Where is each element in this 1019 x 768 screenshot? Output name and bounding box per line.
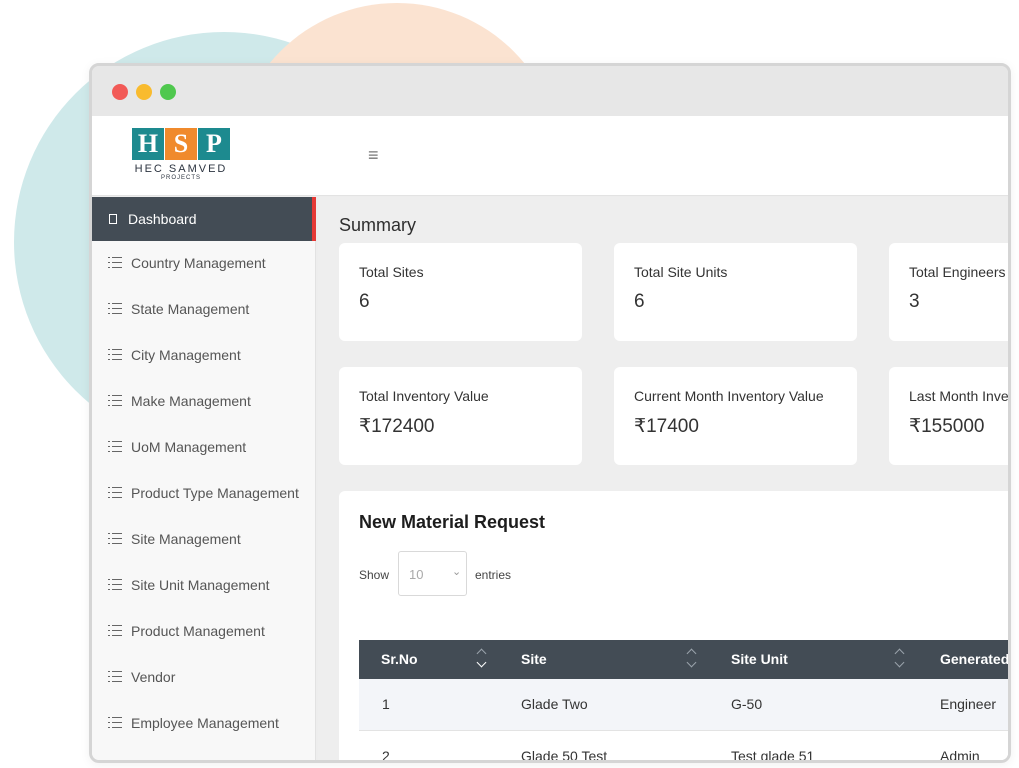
card-value: 6	[634, 291, 645, 312]
sidebar-item-country-management[interactable]: Country Management	[92, 241, 316, 287]
sidebar-item-employee-management[interactable]: Employee Management	[92, 701, 316, 747]
list-icon	[108, 533, 122, 545]
card-label: Current Month Inventory Value	[634, 388, 824, 404]
sidebar-item-make-management[interactable]: Make Management	[92, 379, 316, 425]
list-icon	[108, 349, 122, 361]
sort-icon[interactable]	[686, 647, 698, 671]
main-content: Summary Total Sites 6 Total Site Units 6…	[318, 197, 1009, 763]
column-header-generated[interactable]: Generated	[940, 651, 1008, 667]
column-header-site-unit[interactable]: Site Unit	[731, 651, 788, 667]
sidebar-item-label: Site Unit Management	[131, 577, 270, 593]
window-titlebar	[92, 66, 1008, 116]
card-current-month-inventory-value: Current Month Inventory Value ₹17400	[614, 367, 857, 465]
list-icon	[108, 487, 122, 499]
sidebar-item-label: Vendor	[131, 669, 176, 685]
sidebar-item-label: Country Management	[131, 255, 266, 271]
sidebar-item-uom-management[interactable]: UoM Management	[92, 425, 316, 471]
cell-site: Glade Two	[521, 696, 588, 712]
browser-window: H S P HEC SAMVED PROJECTS ≡ Dashboard Co…	[89, 63, 1011, 763]
close-window-dot[interactable]	[112, 84, 128, 100]
logo-tagline: PROJECTS	[160, 175, 201, 181]
card-label: Last Month Inve	[909, 388, 1009, 404]
list-icon	[108, 625, 122, 637]
sort-icon[interactable]	[894, 647, 906, 671]
card-value: ₹172400	[359, 416, 435, 437]
card-label: Total Engineers	[909, 264, 1006, 280]
cell-generated: Admin	[940, 748, 980, 763]
sidebar-item-state-management[interactable]: State Management	[92, 287, 316, 333]
list-icon	[108, 579, 122, 591]
sidebar-item-label: Product Management	[131, 623, 265, 639]
column-header-sr-no[interactable]: Sr.No	[381, 651, 418, 667]
page-size-select[interactable]: 10 ⌄	[398, 551, 467, 596]
sidebar-item-dashboard[interactable]: Dashboard	[92, 197, 316, 241]
card-label: Total Inventory Value	[359, 388, 489, 404]
logo-mark: H S P	[132, 128, 232, 160]
sidebar-item-vendor[interactable]: Vendor	[92, 655, 316, 701]
card-value: ₹155000	[909, 416, 985, 437]
sidebar-item-label: Dashboard	[128, 211, 197, 227]
panel-title: New Material Request	[359, 512, 546, 532]
card-total-engineers: Total Engineers 3	[889, 243, 1008, 341]
sidebar-item-product-management[interactable]: Product Management	[92, 609, 316, 655]
screenshot-stage: H S P HEC SAMVED PROJECTS ≡ Dashboard Co…	[0, 0, 1019, 768]
chevron-down-icon: ⌄	[452, 566, 462, 578]
card-value: 3	[909, 291, 920, 312]
maximize-window-dot[interactable]	[160, 84, 176, 100]
column-header-site[interactable]: Site	[521, 651, 547, 667]
sort-icon[interactable]	[476, 647, 488, 671]
list-icon	[108, 395, 122, 407]
new-material-request-panel: New Material Request Show 10 ⌄ entries S…	[339, 491, 1008, 763]
sidebar-item-label: UoM Management	[131, 439, 247, 455]
page-size-value: 10	[409, 567, 424, 582]
summary-heading: Summary	[339, 215, 417, 235]
card-value: 6	[359, 291, 370, 312]
list-icon	[108, 441, 122, 453]
logo-letter-p: P	[198, 128, 230, 160]
sidebar-item-label: Site Management	[131, 531, 241, 547]
sidebar-item-label: Make Management	[131, 393, 251, 409]
sidebar-item-label: Product Type Management	[131, 485, 299, 501]
brand-logo[interactable]: H S P HEC SAMVED PROJECTS	[132, 128, 232, 186]
list-icon	[108, 257, 122, 269]
cell-site-unit: G-50	[731, 696, 763, 712]
list-icon	[108, 671, 122, 683]
sidebar-item-site-management[interactable]: Site Management	[92, 517, 316, 563]
table-row[interactable]: 1 Glade Two G-50 Engineer	[359, 679, 1008, 730]
sidebar-item-label: State Management	[131, 301, 250, 317]
app-header: H S P HEC SAMVED PROJECTS ≡	[92, 116, 1008, 196]
table-row[interactable]: 2 Glade 50 Test Test glade 51 Admin	[359, 730, 1008, 763]
list-icon	[108, 303, 122, 315]
sidebar-item-site-unit-management[interactable]: Site Unit Management	[92, 563, 316, 609]
show-label: Show	[359, 568, 390, 582]
logo-company-name: HEC SAMVED	[134, 163, 228, 175]
logo-letter-h: H	[132, 128, 164, 160]
sidebar-item-city-management[interactable]: City Management	[92, 333, 316, 379]
cell-sr-no: 2	[382, 748, 390, 763]
cell-site: Glade 50 Test	[521, 748, 608, 763]
sidebar-item-label: Employee Management	[131, 715, 279, 731]
card-last-month-inventory-value: Last Month Inve ₹155000	[889, 367, 1009, 465]
sidebar-item-label: City Management	[131, 347, 241, 363]
table-header: Sr.No Site Site Unit Generated	[359, 640, 1008, 679]
sidebar: Dashboard Country Management State Manage…	[92, 197, 316, 760]
entries-label: entries	[475, 568, 512, 582]
square-icon	[109, 214, 117, 224]
list-icon	[108, 717, 122, 729]
logo-letter-s: S	[165, 128, 197, 160]
sidebar-item-product-type-management[interactable]: Product Type Management	[92, 471, 316, 517]
cell-site-unit: Test glade 51	[731, 748, 815, 763]
card-label: Total Sites	[359, 264, 424, 280]
card-total-inventory-value: Total Inventory Value ₹172400	[339, 367, 582, 465]
cell-generated: Engineer	[940, 696, 997, 712]
card-label: Total Site Units	[634, 264, 728, 280]
minimize-window-dot[interactable]	[136, 84, 152, 100]
cell-sr-no: 1	[382, 696, 390, 712]
card-total-site-units: Total Site Units 6	[614, 243, 857, 341]
hamburger-icon[interactable]: ≡	[368, 146, 379, 164]
card-value: ₹17400	[634, 416, 699, 437]
card-total-sites: Total Sites 6	[339, 243, 582, 341]
